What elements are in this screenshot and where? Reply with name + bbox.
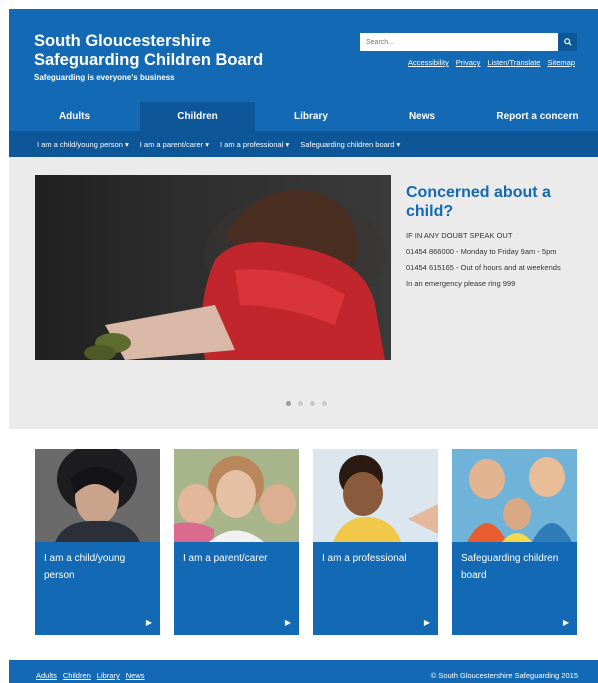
card-photo — [313, 449, 438, 542]
card-parent[interactable]: I am a parent/carer ▶ — [174, 449, 299, 635]
link-sitemap[interactable]: Sitemap — [547, 58, 575, 67]
chevron-right-icon: ▶ — [284, 618, 291, 627]
chevron-right-icon: ▶ — [562, 618, 569, 627]
nav-children[interactable]: Children — [140, 102, 255, 131]
card-photo — [35, 449, 160, 542]
link-privacy[interactable]: Privacy — [456, 58, 481, 67]
site-title-line1[interactable]: South Gloucestershire — [34, 32, 274, 51]
card-label: Safeguarding children board — [461, 553, 559, 581]
site-header: South Gloucestershire Safeguarding Child… — [9, 9, 598, 102]
chevron-right-icon: ▶ — [145, 618, 152, 627]
caret-down-icon: ▾ — [396, 139, 401, 149]
card-photo — [174, 449, 299, 542]
sub-nav: I am a child/young person ▾ I am a paren… — [9, 131, 598, 157]
card-child[interactable]: I am a child/young person ▶ — [35, 449, 160, 635]
site-title-line2[interactable]: Safeguarding Children Board — [34, 51, 274, 70]
subnav-label: Safeguarding children board — [300, 139, 395, 149]
nav-report-a-concern[interactable]: Report a concern — [477, 102, 598, 131]
caret-down-icon: ▾ — [124, 139, 129, 149]
nav-adults[interactable]: Adults — [9, 102, 140, 131]
page: South Gloucestershire Safeguarding Child… — [0, 0, 598, 683]
card-professional[interactable]: I am a professional ▶ — [313, 449, 438, 635]
caret-down-icon: ▾ — [205, 139, 209, 149]
footer-link-news[interactable]: News — [126, 671, 145, 680]
subnav-label: I am a professional — [219, 139, 284, 149]
chevron-right-icon: ▶ — [423, 618, 430, 627]
site-footer: Adults Children Library News © South Glo… — [9, 660, 598, 683]
nav-library[interactable]: Library — [255, 102, 367, 131]
carousel-dot-1[interactable] — [286, 401, 291, 406]
hero-carousel: Concerned about a child? IF IN ANY DOUBT… — [9, 157, 598, 429]
subnav-item-child[interactable]: I am a child/young person ▾ — [37, 140, 129, 149]
subnav-item-board[interactable]: Safeguarding children board ▾ — [300, 140, 400, 149]
footer-link-children[interactable]: Children — [63, 671, 91, 680]
search-icon — [563, 38, 572, 46]
carousel-dot-2[interactable] — [298, 401, 303, 406]
subnav-label: I am a parent/carer — [139, 139, 204, 149]
hero-line-doubt: IF IN ANY DOUBT SPEAK OUT — [406, 231, 513, 240]
carousel-dots — [286, 401, 327, 406]
search-button[interactable] — [558, 33, 577, 51]
footer-link-library[interactable]: Library — [97, 671, 120, 680]
link-accessibility[interactable]: Accessibility — [408, 58, 449, 67]
hero-line-weekday: 01454 866000 - Monday to Friday 9am - 5p… — [406, 247, 557, 256]
carousel-dot-3[interactable] — [310, 401, 315, 406]
hero-heading: Concerned about a child? — [406, 184, 551, 220]
subnav-item-parent[interactable]: I am a parent/carer ▾ — [140, 140, 209, 149]
main-nav: Adults Children Library News Report a co… — [9, 102, 598, 131]
hero-illustration — [84, 190, 385, 360]
caret-down-icon: ▾ — [285, 139, 290, 149]
hero-line-emergency: In an emergency please ring 999 — [406, 279, 516, 288]
link-listen-translate[interactable]: Listen/Translate — [487, 58, 540, 67]
hero-image — [35, 175, 391, 360]
card-photo — [452, 449, 577, 542]
footer-link-adults[interactable]: Adults — [36, 671, 57, 680]
hero-line-out-of-hours: 01454 615165 - Out of hours and at weeke… — [406, 263, 561, 272]
card-label: I am a professional — [322, 553, 407, 564]
site-tagline: Safeguarding is everyone's business — [34, 73, 175, 82]
nav-news[interactable]: News — [367, 102, 477, 131]
copyright: © South Gloucestershire Safeguarding 201… — [430, 671, 578, 680]
subnav-item-professional[interactable]: I am a professional ▾ — [220, 140, 289, 149]
audience-cards: I am a child/young person ▶ I am a paren… — [9, 449, 598, 635]
subnav-label: I am a child/young person — [37, 139, 123, 149]
card-label: I am a child/young person — [44, 553, 126, 581]
card-board[interactable]: Safeguarding children board ▶ — [452, 449, 577, 635]
hero-text: Concerned about a child? IF IN ANY DOUBT… — [406, 183, 586, 294]
card-label: I am a parent/carer — [183, 553, 268, 564]
carousel-dot-4[interactable] — [322, 401, 327, 406]
site-title[interactable]: South Gloucestershire Safeguarding Child… — [34, 32, 274, 70]
search-input[interactable] — [360, 33, 558, 51]
footer-links: Adults Children Library News — [36, 671, 145, 680]
utility-links: Accessibility Privacy Listen/Translate S… — [408, 58, 575, 67]
